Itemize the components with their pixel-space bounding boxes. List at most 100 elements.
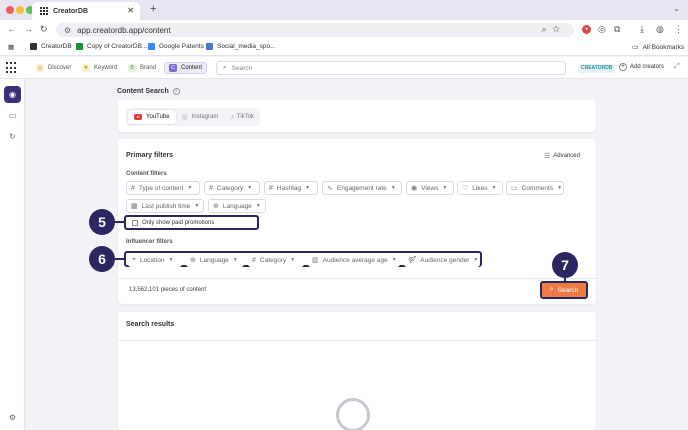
- search-button[interactable]: ⌕ Search: [540, 281, 588, 299]
- puzzle-icon[interactable]: ⧉: [614, 24, 620, 35]
- collapse-icon[interactable]: ⤢: [674, 63, 680, 71]
- minimize-window-icon[interactable]: [16, 6, 24, 14]
- rail-search-icon[interactable]: ◉: [4, 86, 21, 103]
- filter-location[interactable]: ⌖ Location ▼: [128, 253, 182, 267]
- platform-label: TikTok: [236, 114, 254, 120]
- tab-keyword[interactable]: ✱ Keyword: [78, 62, 121, 74]
- page-title: Content Search i: [117, 88, 180, 95]
- folder-icon: ▭: [632, 44, 639, 51]
- globe-icon: ⊕: [213, 203, 219, 210]
- rail-settings-icon[interactable]: ⚙: [4, 409, 21, 426]
- content-count: 13,562,101 pieces of content: [129, 287, 207, 293]
- close-window-icon[interactable]: [6, 6, 14, 14]
- globe-icon: ⊕: [190, 257, 196, 264]
- bookmark-label: CreatorDB: [41, 43, 72, 50]
- platform-instagram[interactable]: ◎ Instagram: [176, 110, 225, 124]
- tab-label: Keyword: [94, 65, 118, 71]
- browser-tab[interactable]: CreatorDB ✕: [32, 2, 140, 20]
- app-grid-icon[interactable]: [6, 62, 18, 74]
- chevron-down-icon: ▼: [473, 257, 479, 263]
- add-creators-button[interactable]: + Add creators: [619, 63, 664, 71]
- filter-influencer-language[interactable]: ⊕ Language ▼: [186, 253, 244, 267]
- chevron-down-icon: ▼: [557, 185, 563, 191]
- filter-likes[interactable]: ♡ Likes ▼: [457, 181, 503, 195]
- bookmark-creatordb[interactable]: CreatorDB: [30, 43, 72, 50]
- tab-search-chevron-icon[interactable]: ⌄: [673, 4, 680, 13]
- filter-content-language[interactable]: ⊕ Language ▼: [208, 199, 266, 213]
- platform-youtube[interactable]: YouTube: [128, 110, 176, 124]
- hash-icon: #: [269, 184, 273, 192]
- chevron-down-icon: ▼: [232, 257, 238, 263]
- filter-type-of-content[interactable]: # Type of content ▼: [126, 181, 200, 195]
- rail-folder-icon[interactable]: ▭: [4, 107, 21, 124]
- filter-label: Hashtag: [276, 184, 302, 192]
- more-menu-icon[interactable]: ⋮: [674, 24, 683, 35]
- filter-engagement-rate[interactable]: ∿ Engagement rate ▼: [322, 181, 402, 195]
- filter-label: Language: [222, 202, 252, 210]
- filter-views[interactable]: ◉ Views ▼: [406, 181, 454, 195]
- filter-label: Last publish time: [141, 202, 191, 210]
- apps-icon[interactable]: ▦: [8, 43, 14, 51]
- docs-icon: [206, 43, 213, 50]
- rail-sync-icon[interactable]: ↻: [4, 128, 21, 145]
- hash-icon: #: [209, 184, 213, 192]
- platform-label: YouTube: [146, 114, 170, 120]
- back-icon[interactable]: ←: [7, 24, 16, 34]
- filters-divider: [118, 278, 596, 279]
- all-bookmarks[interactable]: ▭ All Bookmarks: [632, 43, 684, 52]
- sheets-icon: [76, 43, 83, 50]
- paid-promotions-checkbox[interactable]: Only show paid promotions: [124, 215, 259, 230]
- bookmark-google-patents[interactable]: Google Patents: [148, 43, 204, 50]
- compass-icon: ◎: [36, 64, 44, 72]
- download-icon[interactable]: ⤓: [640, 24, 644, 35]
- filter-hashtag[interactable]: # Hashtag ▼: [264, 181, 318, 195]
- extension-red-icon[interactable]: ●: [582, 25, 591, 34]
- url-text: app.creatordb.app/content: [77, 25, 171, 35]
- filter-category[interactable]: # Category ▼: [204, 181, 260, 195]
- filter-label: Views: [421, 184, 439, 192]
- search-icon: ⌕: [223, 64, 227, 71]
- creatordb-favicon-icon: [40, 7, 48, 15]
- key-icon: ✱: [82, 64, 90, 72]
- tiktok-icon: ♪: [230, 113, 234, 121]
- url-bar[interactable]: ⚙ app.creatordb.app/content ⌕☆: [56, 23, 574, 37]
- empty-state-magnifier-icon: [336, 398, 370, 430]
- filter-comments[interactable]: ▭ Comments ▼: [506, 181, 564, 195]
- tab-discover[interactable]: ◎ Discover: [32, 62, 75, 74]
- filter-influencer-category[interactable]: # Category ▼: [248, 253, 304, 267]
- bookmark-copy-of-creatordb[interactable]: Copy of CreatorDB...: [76, 43, 147, 50]
- bar-chart-icon: ▥: [312, 257, 319, 264]
- creatordb-bookmark-icon: [30, 43, 37, 50]
- advanced-button[interactable]: ☰ Advanced: [544, 152, 580, 160]
- advanced-label: Advanced: [553, 153, 580, 159]
- new-tab-icon[interactable]: +: [150, 3, 156, 15]
- extension-icon[interactable]: ◎: [598, 24, 606, 35]
- platform-tiktok[interactable]: ♪ TikTok: [224, 110, 260, 124]
- callout-7: 7: [552, 252, 578, 278]
- close-tab-icon[interactable]: ✕: [127, 6, 134, 15]
- chevron-down-icon: ▼: [255, 203, 261, 209]
- content-icon: C: [169, 64, 177, 72]
- forward-icon[interactable]: →: [24, 24, 33, 34]
- global-search-input[interactable]: ⌕ Search: [216, 61, 566, 75]
- chevron-down-icon: ▼: [290, 257, 296, 263]
- page-title-text: Content Search: [117, 88, 169, 95]
- info-icon[interactable]: i: [172, 88, 180, 95]
- tab-brand[interactable]: B Brand: [124, 62, 160, 74]
- site-info-icon[interactable]: ⚙: [64, 26, 71, 35]
- zoom-and-star-icons[interactable]: ⌕☆: [542, 24, 566, 35]
- filter-audience-average-age[interactable]: ▥ Audience average age ▼: [308, 253, 400, 267]
- add-creators-label: Add creators: [630, 64, 665, 70]
- bookmark-social-media[interactable]: Social_media_spo...: [206, 43, 276, 50]
- reload-icon[interactable]: ↻: [40, 24, 48, 35]
- platform-label: Instagram: [191, 114, 219, 120]
- profile-icon[interactable]: ◍: [656, 24, 664, 35]
- platform-switcher: YouTube ◎ Instagram ♪ TikTok: [126, 108, 260, 126]
- content-filters-title: Content filters: [126, 171, 167, 177]
- tab-title: CreatorDB: [53, 7, 89, 15]
- tab-content[interactable]: C Content: [164, 62, 208, 74]
- filter-last-publish-time[interactable]: ▦ Last publish time ▼: [126, 199, 204, 213]
- tab-label: Brand: [140, 65, 157, 71]
- search-results-title: Search results: [126, 321, 175, 328]
- filter-audience-gender[interactable]: ⚤ Audience gender ▼: [404, 253, 480, 267]
